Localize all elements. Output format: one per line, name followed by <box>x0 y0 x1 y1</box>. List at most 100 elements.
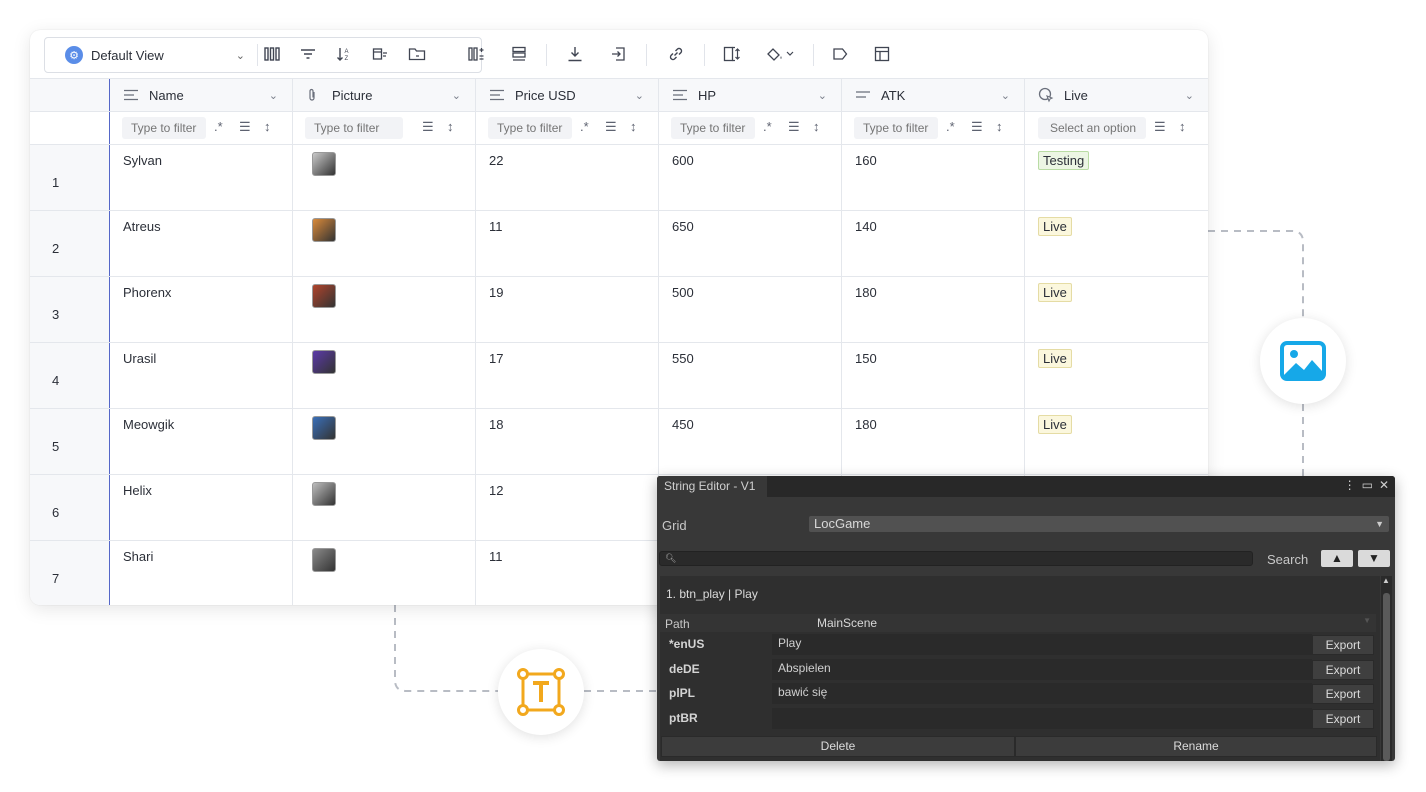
filter-icon[interactable]: ☰ <box>605 119 617 135</box>
regex-icon[interactable]: .* <box>946 119 955 134</box>
cell-atk[interactable]: 180 <box>842 277 1025 342</box>
cell-atk[interactable]: 180 <box>842 409 1025 474</box>
cell-name[interactable]: Shari <box>110 541 293 605</box>
filter-icon[interactable]: ☰ <box>788 119 800 135</box>
cell-price[interactable]: 12 <box>476 475 659 540</box>
column-header-price[interactable]: Price USD ⌄ <box>476 79 659 111</box>
cell-price[interactable]: 19 <box>476 277 659 342</box>
cell-live[interactable]: Live <box>1025 211 1208 276</box>
cell-name[interactable]: Atreus <box>110 211 293 276</box>
delete-button[interactable]: Delete <box>661 736 1015 757</box>
sort-icon[interactable]: ↕ <box>447 119 454 134</box>
regex-icon[interactable]: .* <box>214 119 223 134</box>
filter-icon[interactable]: ☰ <box>422 119 434 135</box>
filter-input[interactable] <box>671 117 755 139</box>
cell-hp[interactable]: 450 <box>659 409 842 474</box>
layout-icon[interactable] <box>872 44 892 64</box>
table-row[interactable]: 2 Atreus 11 650 140 Live <box>30 211 1208 277</box>
cell-price[interactable]: 11 <box>476 211 659 276</box>
chevron-down-icon[interactable]: ⌄ <box>269 89 278 102</box>
sort-icon[interactable]: ↕ <box>264 119 271 134</box>
sort-icon[interactable]: ↕ <box>996 119 1003 134</box>
chevron-down-icon[interactable]: ⌄ <box>635 89 644 102</box>
cell-picture[interactable] <box>293 541 476 605</box>
cell-name[interactable]: Helix <box>110 475 293 540</box>
chevron-down-icon[interactable]: ⌄ <box>1185 89 1194 102</box>
search-input[interactable]: 🔍︎ <box>659 551 1253 566</box>
table-row[interactable]: 3 Phorenx 19 500 180 Live <box>30 277 1208 343</box>
cell-picture[interactable] <box>293 211 476 276</box>
close-icon[interactable]: ✕ <box>1379 478 1389 492</box>
column-header-name[interactable]: Name ⌄ <box>110 79 293 111</box>
sort-icon[interactable]: AZ <box>334 44 354 64</box>
export-button[interactable]: Export <box>1312 684 1374 704</box>
filter-icon[interactable] <box>298 44 318 64</box>
regex-icon[interactable]: .* <box>580 119 589 134</box>
chevron-down-icon[interactable]: ⌄ <box>1001 89 1010 102</box>
filter-input[interactable] <box>122 117 206 139</box>
next-button[interactable]: ▼ <box>1358 550 1390 567</box>
folder-icon[interactable] <box>407 44 427 64</box>
maximize-icon[interactable]: ▭ <box>1362 478 1373 492</box>
cell-name[interactable]: Urasil <box>110 343 293 408</box>
cell-hp[interactable]: 650 <box>659 211 842 276</box>
group-icon[interactable] <box>370 44 390 64</box>
link-icon[interactable] <box>666 44 686 64</box>
regex-icon[interactable]: .* <box>763 119 772 134</box>
export-button[interactable]: Export <box>1312 709 1374 729</box>
download-icon[interactable] <box>565 44 585 64</box>
freeze-column-icon[interactable] <box>722 44 742 64</box>
table-row[interactable]: 4 Urasil 17 550 150 Live <box>30 343 1208 409</box>
hero-thumbnail[interactable] <box>312 416 336 440</box>
hero-thumbnail[interactable] <box>312 218 336 242</box>
filter-input[interactable] <box>305 117 403 139</box>
cell-live[interactable]: Live <box>1025 343 1208 408</box>
hero-thumbnail[interactable] <box>312 284 336 308</box>
cell-name[interactable]: Phorenx <box>110 277 293 342</box>
cell-atk[interactable]: 150 <box>842 343 1025 408</box>
more-options-icon[interactable]: ⋮ <box>1344 478 1356 492</box>
cell-picture[interactable] <box>293 409 476 474</box>
column-header-atk[interactable]: ATK ⌄ <box>842 79 1025 111</box>
tag-icon[interactable] <box>830 44 850 64</box>
hero-thumbnail[interactable] <box>312 482 336 506</box>
cell-picture[interactable] <box>293 145 476 210</box>
locale-value-field[interactable] <box>772 708 1312 729</box>
column-header-hp[interactable]: HP ⌄ <box>659 79 842 111</box>
filter-icon[interactable]: ☰ <box>971 119 983 135</box>
grid-dropdown[interactable]: LocGame ▼ <box>809 516 1389 532</box>
filter-input[interactable] <box>854 117 938 139</box>
filter-input[interactable] <box>488 117 572 139</box>
table-row[interactable]: 1 Sylvan 22 600 160 Testing <box>30 145 1208 211</box>
cell-price[interactable]: 18 <box>476 409 659 474</box>
cell-picture[interactable] <box>293 277 476 342</box>
cell-hp[interactable]: 550 <box>659 343 842 408</box>
hero-thumbnail[interactable] <box>312 152 336 176</box>
scrollbar-thumb[interactable] <box>1383 593 1390 761</box>
cell-live[interactable]: Live <box>1025 277 1208 342</box>
row-height-icon[interactable] <box>509 44 529 64</box>
locale-value-field[interactable]: bawić się <box>772 683 1312 704</box>
cell-picture[interactable] <box>293 475 476 540</box>
export-button[interactable]: Export <box>1312 660 1374 680</box>
editor-tab[interactable]: String Editor - V1 <box>657 476 767 497</box>
scroll-up-icon[interactable]: ▲ <box>1382 576 1390 585</box>
cell-live[interactable]: Testing <box>1025 145 1208 210</box>
import-icon[interactable] <box>609 44 629 64</box>
locale-value-field[interactable]: Abspielen <box>772 659 1312 680</box>
cell-price[interactable]: 17 <box>476 343 659 408</box>
filter-icon[interactable]: ☰ <box>239 119 251 135</box>
cell-name[interactable]: Meowgik <box>110 409 293 474</box>
previous-button[interactable]: ▲ <box>1321 550 1353 567</box>
cell-live[interactable]: Live <box>1025 409 1208 474</box>
cell-price[interactable]: 22 <box>476 145 659 210</box>
scrollbar[interactable]: ▲ <box>1381 576 1392 761</box>
cell-name[interactable]: Sylvan <box>110 145 293 210</box>
paint-bucket-icon[interactable] <box>763 44 799 64</box>
cell-atk[interactable]: 160 <box>842 145 1025 210</box>
columns-icon[interactable] <box>262 44 282 64</box>
cell-hp[interactable]: 500 <box>659 277 842 342</box>
view-selector[interactable]: ⚙ Default View ⌄ <box>45 38 253 72</box>
cell-atk[interactable]: 140 <box>842 211 1025 276</box>
chevron-down-icon[interactable]: ⌄ <box>452 89 461 102</box>
